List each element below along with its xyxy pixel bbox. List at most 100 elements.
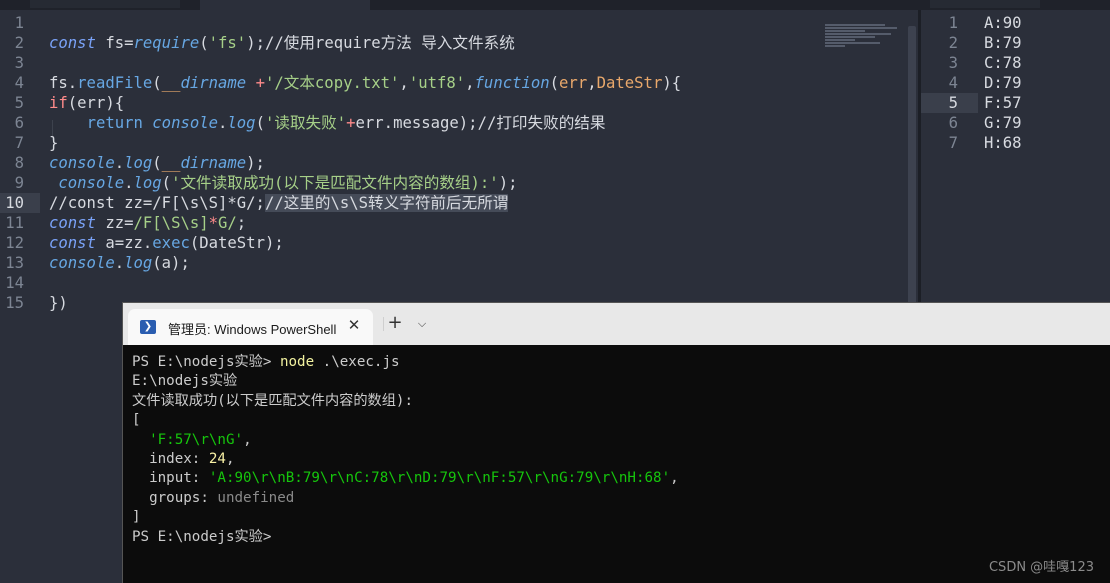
line-number: 6 bbox=[14, 114, 24, 132]
line-number: 9 bbox=[14, 174, 24, 192]
code-token: err bbox=[559, 74, 588, 92]
terminal-output[interactable]: PS E:\nodejs实验> node .\exec.js E:\nodejs实… bbox=[132, 353, 1102, 547]
code-token: readFile bbox=[77, 74, 153, 92]
terminal-token: .\exec.js bbox=[314, 354, 400, 370]
powershell-window[interactable]: ❯ 管理员: Windows PowerShell ✕ + ⌵ PS E:\no… bbox=[123, 303, 1110, 583]
line-number: 10 bbox=[5, 194, 24, 212]
code-token: , bbox=[465, 74, 475, 92]
text-content: H:68 bbox=[984, 134, 1022, 152]
code-line[interactable]: 6 return console.log('读取失败'+err.message)… bbox=[0, 113, 918, 133]
terminal-token: ] bbox=[132, 509, 141, 526]
text-line[interactable]: 6 G:79 bbox=[921, 113, 1110, 133]
line-number: 14 bbox=[5, 274, 24, 292]
code-text: //const zz=/F[\s\S]*G/;//这里的\s\S转义字符前后无所… bbox=[49, 193, 509, 213]
code-token: console bbox=[49, 254, 115, 272]
line-number: 8 bbox=[14, 154, 24, 172]
code-text: if(err){ bbox=[49, 93, 124, 113]
code-text: console.log(a); bbox=[49, 253, 190, 273]
text-content: G:79 bbox=[984, 114, 1022, 132]
line-number: 3 bbox=[948, 54, 958, 72]
code-token: /F[\S\s] bbox=[133, 214, 209, 232]
terminal-token: undefined bbox=[217, 489, 295, 506]
code-token: ( bbox=[161, 174, 172, 192]
code-text: const fs=require('fs');//使用require方法 导入文… bbox=[49, 33, 515, 53]
line-number: 7 bbox=[948, 134, 958, 152]
code-token: err.message);//打印失败的结果 bbox=[355, 114, 606, 132]
editor-tab-active[interactable] bbox=[200, 0, 370, 10]
code-token: return bbox=[86, 114, 143, 132]
tab-separator bbox=[383, 317, 384, 331]
code-line[interactable]: 3 bbox=[0, 53, 918, 73]
code-token: ; bbox=[236, 214, 247, 232]
code-token: zz. bbox=[124, 234, 153, 252]
code-token: log bbox=[124, 254, 153, 272]
code-token: const bbox=[49, 234, 96, 252]
line-number: 6 bbox=[948, 114, 958, 132]
text-line[interactable]: 7 H:68 bbox=[921, 133, 1110, 153]
terminal-line: PS E:\nodejs实验> node .\exec.js bbox=[132, 353, 1102, 372]
terminal-token: 文件读取成功(以下是匹配文件内容的数组): bbox=[132, 392, 414, 409]
text-line[interactable]: 5 F:57 bbox=[921, 93, 1110, 113]
code-token: __ bbox=[161, 74, 181, 92]
terminal-line: [ bbox=[132, 411, 1102, 430]
code-text: console.log(__dirname); bbox=[49, 153, 265, 173]
line-number: 1 bbox=[948, 14, 958, 32]
code-text: } bbox=[49, 133, 58, 153]
terminal-line: index: 24, bbox=[132, 450, 1102, 469]
code-line[interactable]: 4 fs.readFile(__dirname +'/文本copy.txt','u… bbox=[0, 73, 918, 93]
code-token: console bbox=[58, 174, 125, 192]
line-number: 5 bbox=[948, 94, 958, 112]
code-token: require bbox=[133, 34, 200, 52]
code-token: log bbox=[124, 154, 153, 172]
terminal-tab[interactable]: ❯ 管理员: Windows PowerShell ✕ bbox=[128, 309, 373, 345]
code-token: }) bbox=[49, 294, 68, 312]
code-token: . bbox=[114, 154, 125, 172]
editor-tab-inactive[interactable] bbox=[30, 0, 180, 8]
line-number: 3 bbox=[14, 54, 24, 72]
text-line[interactable]: 1 A:90 bbox=[921, 13, 1110, 33]
line-number: 2 bbox=[14, 34, 24, 52]
code-token: );//使用require方法 导入文件系统 bbox=[246, 34, 515, 52]
code-token: ( bbox=[199, 34, 209, 52]
code-token: log bbox=[133, 174, 162, 192]
text-line[interactable]: 3 C:78 bbox=[921, 53, 1110, 73]
code-line[interactable]: 14 bbox=[0, 273, 918, 293]
terminal-token: PS E:\nodejs实验> bbox=[132, 528, 272, 545]
code-token: a= bbox=[95, 234, 125, 252]
code-line[interactable]: 10 //const zz=/F[\s\S]*G/;//这里的\s\S转义字符前后… bbox=[0, 193, 918, 213]
code-line[interactable]: 11 const zz=/F[\S\s]*G/; bbox=[0, 213, 918, 233]
code-line[interactable]: 9 console.log('文件读取成功(以下是匹配文件内容的数组):'); bbox=[0, 173, 918, 193]
code-token: 'fs' bbox=[208, 34, 247, 52]
line-number: 11 bbox=[5, 214, 24, 232]
text-line[interactable]: 2 B:79 bbox=[921, 33, 1110, 53]
terminal-token: 'F:57\r\nG' bbox=[149, 431, 244, 448]
right-pane-tab[interactable] bbox=[930, 0, 1040, 8]
code-line[interactable]: 5 if(err){ bbox=[0, 93, 918, 113]
code-line[interactable]: 13 console.log(a); bbox=[0, 253, 918, 273]
code-token: , bbox=[587, 74, 597, 92]
code-token: const bbox=[49, 214, 96, 232]
code-line[interactable]: 7} bbox=[0, 133, 918, 153]
code-token: log bbox=[227, 114, 256, 132]
chevron-down-icon[interactable]: ⌵ bbox=[413, 315, 431, 333]
code-token: + bbox=[346, 114, 356, 132]
code-token: . bbox=[124, 174, 134, 192]
text-line[interactable]: 4 D:79 bbox=[921, 73, 1110, 93]
terminal-token: node bbox=[279, 354, 315, 370]
code-line[interactable]: 1 bbox=[0, 13, 918, 33]
code-token: console bbox=[152, 114, 219, 132]
code-line[interactable]: 12 const a=zz.exec(DateStr); bbox=[0, 233, 918, 253]
code-text: const a=zz.exec(DateStr); bbox=[49, 233, 284, 253]
code-line[interactable]: 2 const fs=require('fs');//使用require方法 导入… bbox=[0, 33, 918, 53]
code-token: function bbox=[474, 74, 550, 92]
new-tab-button[interactable]: + bbox=[385, 313, 405, 333]
code-token: + bbox=[255, 74, 265, 92]
code-line[interactable]: 8 console.log(__dirname); bbox=[0, 153, 918, 173]
terminal-line: ] bbox=[132, 508, 1102, 527]
close-icon[interactable]: ✕ bbox=[344, 315, 364, 335]
code-token: , bbox=[399, 74, 409, 92]
code-token: '/文本copy.txt' bbox=[264, 74, 400, 92]
code-token: //const zz=/F[\s\S]*G/; bbox=[49, 194, 265, 212]
code-token: 'utf8' bbox=[408, 74, 466, 92]
